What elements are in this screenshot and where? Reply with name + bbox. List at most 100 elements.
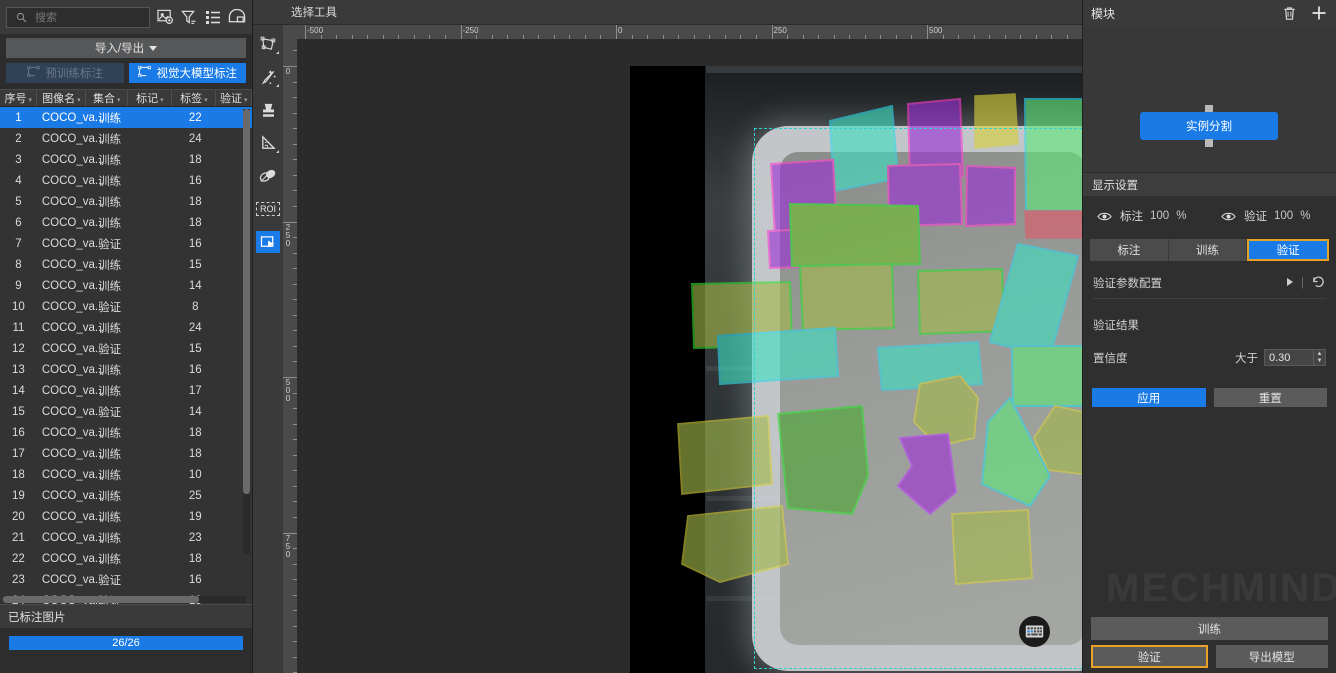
table-cell-label: 15: [188, 342, 202, 355]
import-export-button[interactable]: 导入/导出: [6, 38, 246, 58]
validate-button[interactable]: 验证: [1091, 645, 1208, 668]
table-row[interactable]: 5 COCO_va... 训练 18: [0, 191, 252, 212]
module-graph[interactable]: 实例分割: [1083, 26, 1336, 173]
visibility-annotation-label: 标注: [1120, 211, 1143, 223]
eye-icon[interactable]: [1095, 207, 1113, 225]
table-row[interactable]: 9 COCO_va... 训练 14: [0, 275, 252, 296]
scrollbar-thumb-h[interactable]: [3, 596, 199, 603]
ruler-tick: [293, 485, 297, 487]
validation-result-label: 验证结果: [1093, 320, 1139, 332]
magic-wand-tool-icon[interactable]: [256, 66, 280, 88]
progress-area: 26/26: [0, 628, 252, 673]
tab-pretrain-annotation[interactable]: 预训练标注: [6, 63, 124, 83]
reset-button[interactable]: 重置: [1213, 388, 1327, 407]
keyboard-shortcuts-icon[interactable]: [1019, 616, 1050, 647]
stamp-tool-icon[interactable]: [256, 99, 280, 121]
validation-param-config-row[interactable]: 验证参数配置 |: [1083, 270, 1336, 296]
table-row[interactable]: 22 COCO_va... 训练 18: [0, 548, 252, 569]
table-column-header[interactable]: 集合 ▾: [86, 90, 129, 106]
ruler-label: 500: [929, 26, 943, 35]
ruler-label: 500: [285, 378, 291, 403]
table-row[interactable]: 13 COCO_va... 训练 16: [0, 359, 252, 380]
triangle-right-icon[interactable]: [1285, 277, 1294, 290]
trash-icon[interactable]: [1280, 4, 1298, 22]
table-row[interactable]: 3 COCO_va... 训练 18: [0, 149, 252, 170]
table-row[interactable]: 18 COCO_va... 训练 10: [0, 464, 252, 485]
table-column-header[interactable]: 标记 ▾: [128, 90, 173, 106]
table-column-header[interactable]: 图像名 ▾: [37, 90, 87, 106]
brand-watermark: MECHMIND: [1106, 566, 1336, 610]
visibility-annotation[interactable]: 标注 100 %: [1095, 207, 1219, 225]
table-row[interactable]: 23 COCO_va... 验证 16: [0, 569, 252, 590]
table-row[interactable]: 11 COCO_va... 训练 24: [0, 317, 252, 338]
table-row[interactable]: 2 COCO_va... 训练 24: [0, 128, 252, 149]
table-column-header[interactable]: 标签 ▾: [172, 90, 217, 106]
table-cell-name: COCO_va...: [41, 447, 105, 460]
select-tool-icon[interactable]: [256, 231, 280, 253]
instance-segmentation-node[interactable]: 实例分割: [1140, 112, 1278, 140]
stepper-up-icon[interactable]: ▲: [1314, 350, 1325, 358]
sort-indicator-icon[interactable]: ▾: [77, 96, 81, 104]
archive-icon[interactable]: [228, 8, 246, 26]
eraser-tool-icon[interactable]: [256, 165, 280, 187]
ruler-tick: [293, 516, 297, 518]
table-row[interactable]: 12 COCO_va... 验证 15: [0, 338, 252, 359]
ruler-tick: [293, 408, 297, 410]
polygon-tool-icon[interactable]: [256, 33, 280, 55]
column-header-label: 验证: [219, 93, 242, 105]
tool-expand-corner: [276, 84, 279, 87]
node-output-port[interactable]: [1205, 139, 1213, 147]
left-sidebar: 搜索 导入/导出 预训练标注 视觉大模型标注 序号 ▾ 图像名 ▾ 集合 ▾ 标…: [0, 0, 253, 673]
sort-indicator-icon[interactable]: ▾: [244, 96, 248, 104]
table-row[interactable]: 21 COCO_va... 训练 23: [0, 527, 252, 548]
table-row[interactable]: 7 COCO_va... 验证 16: [0, 233, 252, 254]
table-row[interactable]: 4 COCO_va... 训练 16: [0, 170, 252, 191]
table-row[interactable]: 16 COCO_va... 训练 18: [0, 422, 252, 443]
table-row[interactable]: 8 COCO_va... 训练 15: [0, 254, 252, 275]
table-column-header[interactable]: 序号 ▾: [0, 90, 38, 106]
list-icon[interactable]: [204, 8, 222, 26]
history-icon[interactable]: [1311, 274, 1326, 292]
ruler-tick: [293, 128, 297, 130]
stepper-down-icon[interactable]: ▼: [1314, 358, 1325, 366]
table-row[interactable]: 1 COCO_va... 训练 22: [0, 107, 252, 128]
visibility-verification[interactable]: 验证 100 %: [1219, 207, 1310, 225]
table-horizontal-scrollbar[interactable]: [3, 596, 246, 603]
ruler-tool-icon[interactable]: [256, 132, 280, 154]
sort-indicator-icon[interactable]: ▾: [160, 96, 164, 104]
tab-validate[interactable]: 验证: [1247, 239, 1330, 261]
image-canvas[interactable]: [297, 39, 1082, 673]
visibility-verification-value[interactable]: 100: [1274, 210, 1293, 222]
search-input[interactable]: 搜索: [6, 6, 150, 28]
table-row[interactable]: 15 COCO_va... 验证 14: [0, 401, 252, 422]
confidence-stepper[interactable]: 0.30 ▲ ▼: [1264, 349, 1326, 366]
train-button[interactable]: 训练: [1091, 617, 1328, 640]
export-model-button[interactable]: 导出模型: [1215, 645, 1328, 668]
visibility-annotation-value[interactable]: 100: [1150, 210, 1169, 222]
image-search-icon[interactable]: [156, 8, 174, 26]
table-row[interactable]: 20 COCO_va... 训练 19: [0, 506, 252, 527]
tab-train[interactable]: 训练: [1168, 239, 1248, 261]
table-row[interactable]: 10 COCO_va... 验证 8: [0, 296, 252, 317]
filter-icon[interactable]: [180, 8, 198, 26]
eye-icon[interactable]: [1219, 207, 1237, 225]
table-column-header[interactable]: 验证 ▾: [216, 90, 252, 106]
roi-tool[interactable]: ROI: [256, 198, 280, 220]
ruler-tick: [305, 25, 306, 39]
table-row[interactable]: 14 COCO_va... 训练 17: [0, 380, 252, 401]
tab-vision-model-annotation[interactable]: 视觉大模型标注: [128, 63, 246, 83]
tab-annotate[interactable]: 标注: [1090, 239, 1169, 261]
confidence-value[interactable]: 0.30: [1265, 352, 1313, 364]
sort-indicator-icon[interactable]: ▾: [117, 96, 121, 104]
table-row[interactable]: 6 COCO_va... 训练 18: [0, 212, 252, 233]
table-row[interactable]: 19 COCO_va... 训练 25: [0, 485, 252, 506]
selection-bounding-box[interactable]: [754, 128, 1082, 669]
sort-indicator-icon[interactable]: ▾: [204, 96, 208, 104]
apply-button[interactable]: 应用: [1092, 388, 1206, 407]
stepper-arrows[interactable]: ▲ ▼: [1313, 350, 1325, 365]
table-vertical-scrollbar[interactable]: [243, 109, 250, 554]
table-row[interactable]: 17 COCO_va... 训练 18: [0, 443, 252, 464]
scrollbar-thumb[interactable]: [243, 109, 250, 494]
plus-icon[interactable]: [1310, 4, 1328, 22]
sort-indicator-icon[interactable]: ▾: [28, 96, 32, 104]
